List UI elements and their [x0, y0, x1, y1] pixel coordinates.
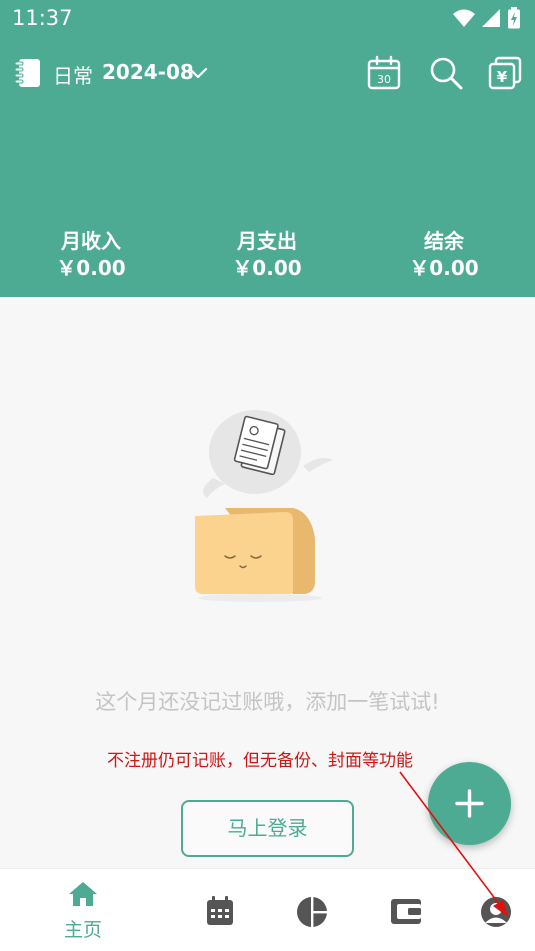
- nav-item-statistics[interactable]: [294, 869, 330, 951]
- battery-icon: [508, 7, 520, 29]
- expense-value: ￥0.00: [232, 256, 302, 280]
- calendar-badge-text: 30: [377, 73, 391, 86]
- expense-label: 月支出: [237, 229, 297, 253]
- balance-label: 结余: [424, 229, 464, 253]
- month-selector[interactable]: 2024-08: [102, 60, 194, 84]
- signal-icon: [482, 9, 500, 27]
- calendar-icon: [207, 896, 233, 925]
- wallet-icon: [391, 899, 421, 924]
- chevron-down-icon[interactable]: [187, 62, 209, 84]
- income-summary: 月收入 ￥0.00: [21, 228, 161, 282]
- home-icon: [69, 882, 97, 906]
- income-value: ￥0.00: [56, 256, 126, 280]
- add-record-button[interactable]: [428, 762, 511, 845]
- nav-home-label: 主页: [63, 919, 102, 941]
- calendar-icon[interactable]: 30: [366, 55, 402, 91]
- svg-text:¥: ¥: [497, 68, 508, 86]
- bottom-navigation: 主页: [0, 868, 535, 951]
- expense-summary: 月支出 ￥0.00: [197, 228, 337, 282]
- top-toolbar: 日常 2024-08 30 ¥: [0, 50, 535, 96]
- empty-state-message: 这个月还没记过账哦，添加一笔试试!: [95, 690, 440, 714]
- status-time: 11:37: [12, 6, 73, 30]
- nav-item-home[interactable]: 主页: [53, 869, 113, 951]
- wifi-icon: [453, 9, 475, 27]
- pie-chart-icon: [297, 896, 328, 928]
- login-button[interactable]: 马上登录: [181, 800, 354, 857]
- app-header: 11:37 日常 2024-08 30 ¥ 月收入 ￥0.00 月支出 ￥0.0…: [0, 0, 535, 297]
- balance-summary: 结余 ￥0.00: [374, 228, 514, 282]
- nav-item-profile[interactable]: [478, 869, 514, 951]
- empty-folder-illustration: [195, 410, 333, 602]
- profile-icon: [481, 897, 511, 927]
- currency-cards-icon[interactable]: ¥: [487, 55, 523, 91]
- ledger-book-icon[interactable]: [14, 58, 42, 88]
- status-icons: [453, 6, 521, 30]
- balance-value: ￥0.00: [409, 256, 479, 280]
- income-label: 月收入: [61, 229, 121, 253]
- plus-icon: [455, 789, 484, 818]
- status-bar: 11:37: [0, 0, 535, 36]
- nav-item-wallet[interactable]: [388, 869, 424, 951]
- month-summary: 月收入 ￥0.00 月支出 ￥0.00 结余 ￥0.00: [0, 228, 535, 288]
- nav-item-calendar[interactable]: [202, 869, 238, 951]
- ledger-name[interactable]: 日常: [53, 60, 93, 89]
- search-icon[interactable]: [428, 55, 464, 91]
- annotation-note: 不注册仍可记账，但无备份、封面等功能: [107, 751, 413, 771]
